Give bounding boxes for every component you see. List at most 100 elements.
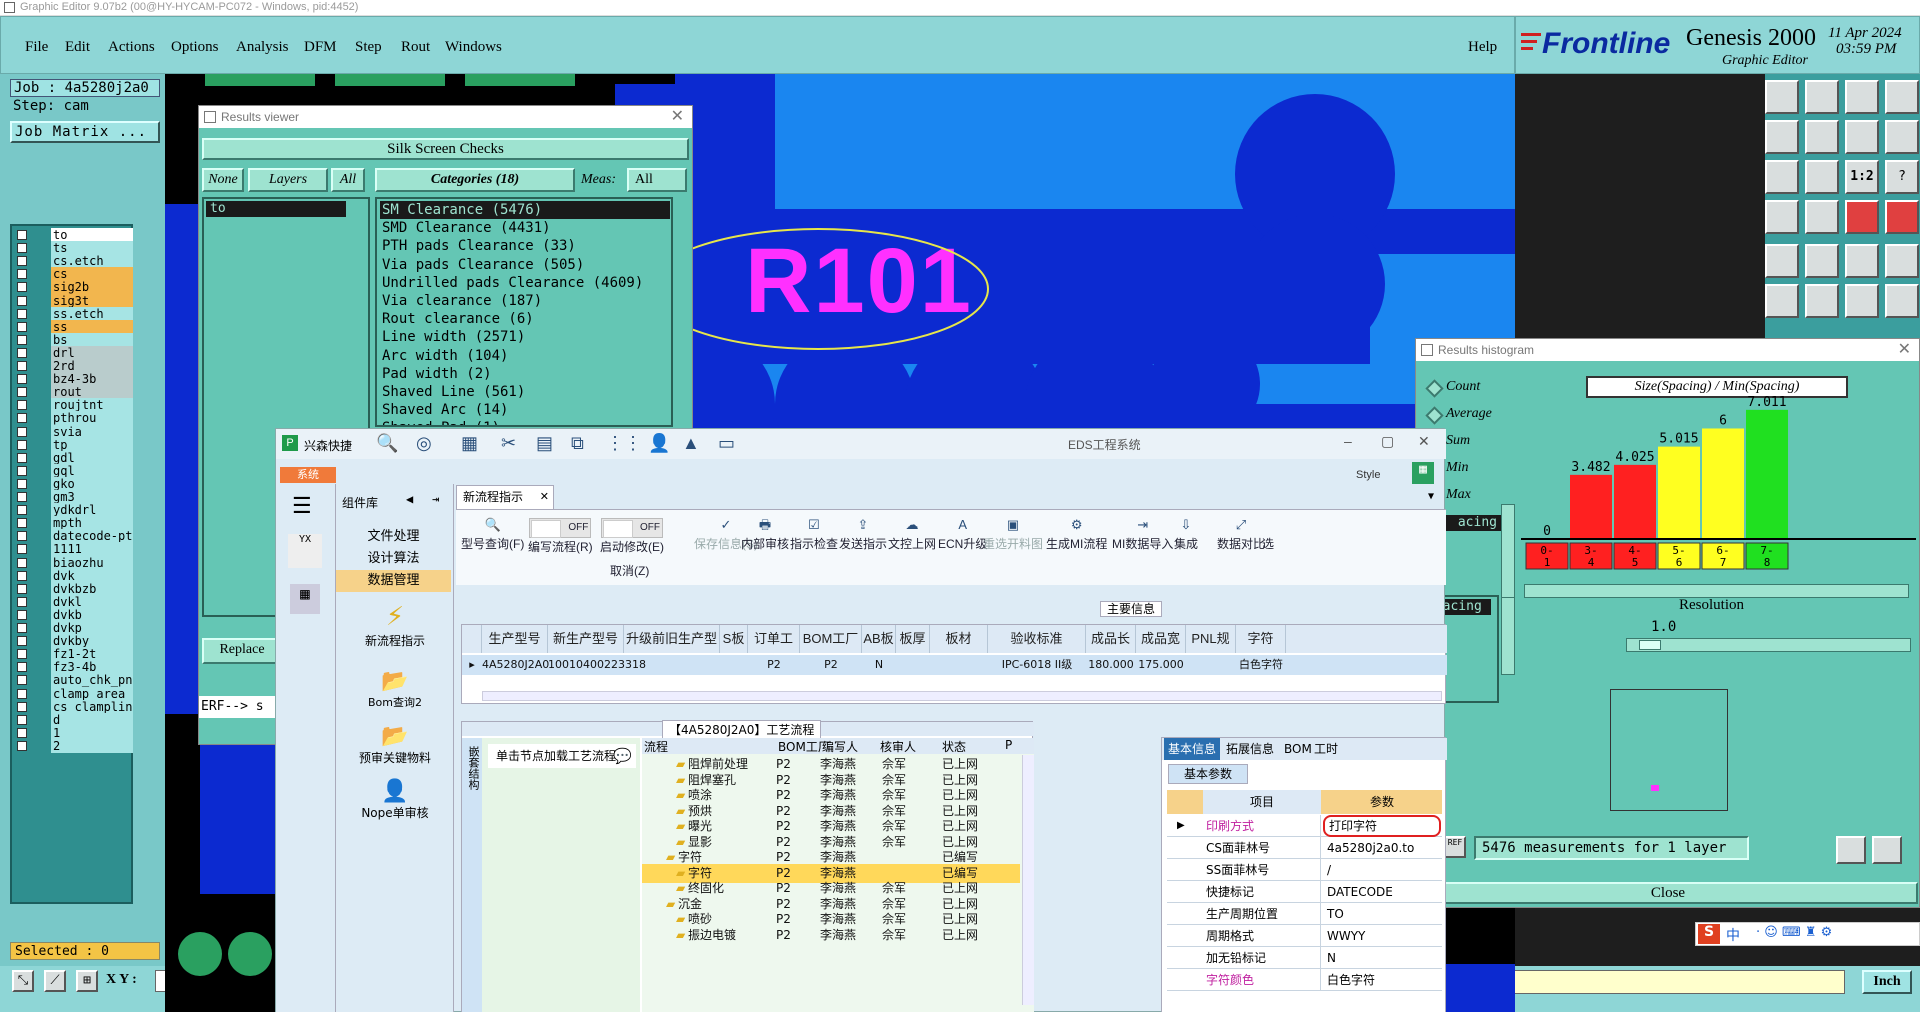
tool-diag-icon[interactable]	[1885, 284, 1919, 318]
layer-name[interactable]: sig3t	[51, 293, 133, 308]
layer-name[interactable]: fz1-2t	[51, 647, 133, 662]
tool-extra-icon[interactable]	[1885, 80, 1919, 114]
grid-cell[interactable]: 白色字符	[1236, 655, 1286, 675]
layer-row[interactable]: d	[14, 712, 133, 727]
start-edit-toggle[interactable]: OFF 启动修改(E)	[600, 518, 664, 555]
layer-checkbox[interactable]	[17, 714, 27, 725]
flow-hint[interactable]: 单击节点加载工艺流程 💬	[488, 744, 636, 768]
layer-checkbox[interactable]	[17, 295, 27, 306]
layer-row[interactable]: gql	[14, 463, 133, 478]
print-icon[interactable]	[1872, 836, 1902, 864]
ribbon-button[interactable]: ⇩ 集成	[1174, 518, 1198, 552]
layer-checkbox[interactable]	[17, 387, 27, 398]
prop-row[interactable]: 字符颜色 白色字符	[1167, 969, 1442, 991]
category-item[interactable]: Via pads Clearance (505)	[380, 256, 670, 274]
ribbon-button[interactable]: ⤢ 数据对比	[1217, 518, 1265, 552]
grid-cell[interactable]: 10010400223318	[548, 655, 646, 675]
layer-checkbox[interactable]	[17, 243, 27, 254]
layer-name[interactable]: drl	[51, 345, 133, 360]
layer-checkbox[interactable]	[17, 492, 27, 502]
flow-col-header[interactable]: P	[1003, 738, 1012, 752]
grid-col-header[interactable]: AB板	[862, 625, 896, 653]
layer-name[interactable]: dvkbzb	[51, 581, 133, 596]
layer-checkbox[interactable]	[17, 269, 27, 280]
layer-checkbox[interactable]	[17, 439, 27, 450]
layer-name[interactable]: fz3-4b	[51, 660, 133, 675]
zoom-area-icon[interactable]: ⤡	[12, 970, 34, 992]
ime-lang[interactable]: 中	[1726, 925, 1740, 945]
tool-erase-icon[interactable]	[1805, 244, 1839, 278]
layer-row[interactable]: 1111	[14, 542, 133, 557]
layer-row[interactable]: dvkp	[14, 621, 133, 635]
nav-data[interactable]: 数据管理	[336, 570, 451, 592]
layer-row[interactable]: bs	[14, 332, 133, 347]
prop-row[interactable]: 加无铅标记 N	[1167, 947, 1442, 969]
job-matrix-button[interactable]: Job Matrix ...	[10, 121, 160, 143]
menu-dfm[interactable]: DFM	[304, 39, 337, 56]
layer-row[interactable]: biaozhu	[14, 555, 133, 570]
layer-checkbox[interactable]	[17, 623, 27, 633]
flow-vertical-tab[interactable]: 嵌套结构	[462, 738, 482, 1012]
layer-row[interactable]: mpth	[14, 516, 133, 531]
grid-cell[interactable]: IPC-6018 II级	[988, 655, 1086, 675]
layer-row[interactable]: svia	[14, 424, 133, 439]
layer-name[interactable]: bs	[51, 332, 133, 347]
tool-key-icon[interactable]	[1805, 200, 1839, 234]
ribbon-button[interactable]: A ECN升级	[938, 518, 987, 552]
close-icon[interactable]: ✕	[1898, 339, 1911, 361]
layer-row[interactable]: to	[14, 228, 133, 242]
layer-name[interactable]: to	[51, 228, 133, 242]
tool-select-icon[interactable]	[1765, 244, 1799, 278]
layer-name[interactable]: sig2b	[51, 280, 133, 295]
style-label[interactable]: Style	[1356, 469, 1380, 481]
monitor-icon[interactable]: ▭	[718, 433, 735, 454]
copy-icon[interactable]: ⧉	[571, 433, 584, 454]
prop-row[interactable]: ▶ 印刷方式 打印字符	[1167, 815, 1442, 837]
layer-name[interactable]: roujtnt	[51, 398, 133, 413]
layer-checkbox[interactable]	[17, 426, 27, 437]
ribbon-button[interactable]: 🔍 型号查询(F)	[461, 518, 524, 552]
replace-button[interactable]: Replace	[202, 638, 282, 664]
ribbon-button[interactable]: ⇥ MI数据导入	[1112, 518, 1173, 552]
layer-name[interactable]: ydkdrl	[51, 503, 133, 518]
menu-icon[interactable]: ☰	[292, 494, 312, 519]
ref-icon-2[interactable]: REF	[1444, 836, 1466, 858]
flow-col-header[interactable]: 核审人	[878, 738, 916, 755]
menu-file[interactable]: File	[25, 39, 48, 56]
tool-cross-icon[interactable]	[1805, 284, 1839, 318]
category-item[interactable]: Shaved Line (561)	[380, 383, 670, 401]
write-flow-toggle[interactable]: OFF 编写流程(R)	[528, 518, 593, 555]
layer-checkbox[interactable]	[17, 740, 27, 751]
layer-checkbox[interactable]	[17, 230, 27, 240]
layer-checkbox[interactable]	[17, 400, 27, 411]
prop-tab[interactable]: 拓展信息	[1222, 738, 1278, 760]
flow-scrollbar[interactable]	[1022, 755, 1034, 1005]
category-item[interactable]: Shaved Arc (14)	[380, 401, 670, 419]
ribbon-button[interactable]: 选	[1260, 518, 1276, 552]
layer-checkbox[interactable]	[17, 256, 27, 267]
yx-app-icon[interactable]: YX	[288, 534, 322, 568]
grid-col-header[interactable]: 新生产型号	[548, 625, 624, 653]
tool-pan-icon[interactable]	[1805, 160, 1839, 194]
layer-name[interactable]: 2	[51, 738, 133, 753]
layer-row[interactable]: ss.etch	[14, 306, 133, 321]
layer-name[interactable]: d	[51, 712, 133, 727]
category-item[interactable]: Undrilled pads Clearance (4609)	[380, 274, 670, 292]
histogram-bar[interactable]	[1702, 428, 1744, 539]
prop-row[interactable]: SS面菲林号 /	[1167, 859, 1442, 881]
ribbon-button[interactable]: 🖶 内部审核	[741, 518, 789, 552]
category-item[interactable]: SMD Clearance (4431)	[380, 219, 670, 237]
tool-import-icon[interactable]	[1765, 120, 1799, 154]
tool-scale-icon[interactable]: 1:2	[1845, 160, 1879, 194]
tab-menu-icon[interactable]: ▼	[1428, 491, 1434, 502]
flow-col-header[interactable]: 编写人	[820, 738, 858, 755]
ribbon-button[interactable]: ⇪ 发送指示	[839, 518, 887, 552]
doc-tab[interactable]: 新流程指示 ✕	[456, 485, 554, 509]
layer-name[interactable]: ss	[51, 319, 133, 334]
grid-col-header[interactable]: BOM工厂	[800, 625, 862, 653]
category-item[interactable]: SM Clearance (5476)	[380, 201, 670, 219]
prop-tab[interactable]: 工时	[1310, 738, 1342, 760]
ribbon-button[interactable]: ▣ 重选开料图	[983, 518, 1043, 552]
average-option[interactable]: Average	[1428, 406, 1492, 422]
layer-item[interactable]: to	[206, 201, 346, 217]
